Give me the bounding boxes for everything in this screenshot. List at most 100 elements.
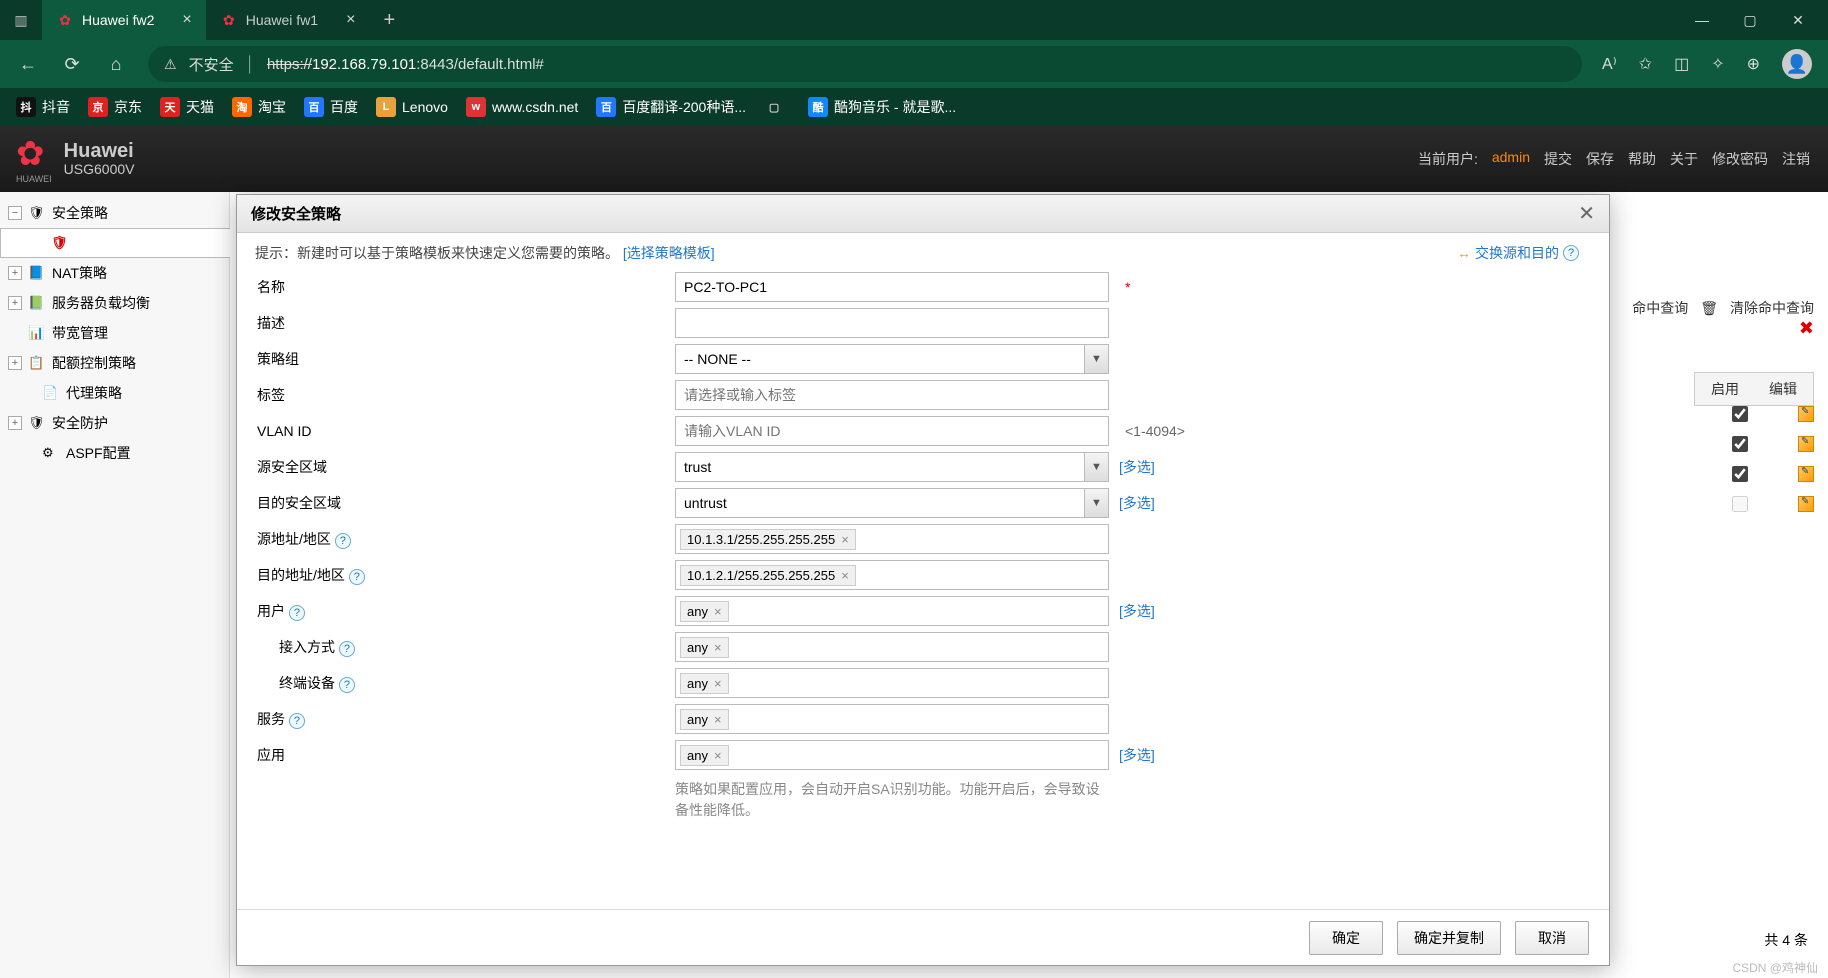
sidebar-item[interactable]: ⚙ASPF配置 xyxy=(0,438,229,468)
policy-group-select[interactable]: -- NONE --▼ xyxy=(675,344,1109,374)
link-about[interactable]: 关于 xyxy=(1670,149,1698,169)
edit-icon[interactable] xyxy=(1798,496,1814,512)
tree-toggle-icon[interactable]: + xyxy=(8,266,22,280)
bookmark-item[interactable]: ▢ xyxy=(764,97,790,117)
minimize-icon[interactable]: — xyxy=(1692,12,1712,29)
bookmark-item[interactable]: LLenovo xyxy=(376,97,448,117)
clear-query-label[interactable]: 清除命中查询 xyxy=(1730,298,1814,318)
maximize-icon[interactable]: ▢ xyxy=(1740,12,1760,29)
dst-addr-input[interactable]: 10.1.2.1/255.255.255.255× xyxy=(675,560,1109,590)
user-input[interactable]: any× xyxy=(675,596,1109,626)
edit-icon[interactable] xyxy=(1798,406,1814,422)
ok-copy-button[interactable]: 确定并复制 xyxy=(1397,921,1501,955)
enable-checkbox[interactable] xyxy=(1732,496,1748,512)
app-input[interactable]: any× xyxy=(675,740,1109,770)
sidebar-item[interactable]: 📄代理策略 xyxy=(0,378,229,408)
remove-chip-icon[interactable]: × xyxy=(714,712,722,727)
enable-checkbox[interactable] xyxy=(1732,466,1748,482)
remove-chip-icon[interactable]: × xyxy=(841,568,849,583)
bookmark-item[interactable]: 抖抖音 xyxy=(16,97,70,117)
current-user[interactable]: admin xyxy=(1492,149,1530,169)
multi-link[interactable]: [多选] xyxy=(1119,745,1155,765)
policy-desc-input[interactable] xyxy=(675,308,1109,338)
browser-tab-2[interactable]: ✿ Huawei fw1 × xyxy=(206,0,370,40)
remove-chip-icon[interactable]: × xyxy=(714,748,722,763)
sidebar-item[interactable]: +📗服务器负载均衡 xyxy=(0,288,229,318)
close-tab-icon[interactable]: × xyxy=(346,11,355,29)
edit-icon[interactable] xyxy=(1798,466,1814,482)
remove-chip-icon[interactable]: × xyxy=(714,604,722,619)
swap-src-dst-link[interactable]: ↔ 交换源和目的 ? xyxy=(1457,243,1579,263)
split-icon[interactable]: ◫ xyxy=(1674,54,1689,74)
multi-link[interactable]: [多选] xyxy=(1119,601,1155,621)
bookmark-item[interactable]: 天天猫 xyxy=(160,97,214,117)
tree-toggle-icon[interactable]: + xyxy=(8,296,22,310)
help-icon[interactable]: ? xyxy=(349,569,365,585)
sidebar-item[interactable]: +📋配额控制策略 xyxy=(0,348,229,378)
profile-avatar[interactable]: 👤 xyxy=(1782,49,1812,79)
multi-link[interactable]: [多选] xyxy=(1119,493,1155,513)
hit-query-label[interactable]: 命中查询 xyxy=(1632,298,1688,318)
favorite-icon[interactable]: ✩ xyxy=(1639,54,1652,74)
tree-toggle-icon[interactable]: − xyxy=(8,206,22,220)
access-input[interactable]: any× xyxy=(675,632,1109,662)
sidebar-item[interactable]: −🛡安全策略 xyxy=(0,198,229,228)
browser-tab-1[interactable]: ✿ Huawei fw2 × xyxy=(42,0,206,40)
back-icon[interactable]: ← xyxy=(16,54,40,75)
template-link[interactable]: [选择策略模板] xyxy=(623,245,715,261)
tabs-overview-icon[interactable]: ▥ xyxy=(0,12,42,29)
bookmark-item[interactable]: 酷酷狗音乐 - 就是歌... xyxy=(808,97,956,117)
address-input[interactable]: ⚠ 不安全 │ https://192.168.79.101:8443/defa… xyxy=(148,46,1582,82)
bookmark-item[interactable]: 淘淘宝 xyxy=(232,97,286,117)
tree-toggle-icon[interactable]: + xyxy=(8,416,22,430)
help-icon[interactable]: ? xyxy=(289,605,305,621)
chevron-down-icon[interactable]: ▼ xyxy=(1084,345,1108,373)
device-input[interactable]: any× xyxy=(675,668,1109,698)
help-icon[interactable]: ? xyxy=(289,713,305,729)
new-tab-button[interactable]: + xyxy=(369,9,409,32)
src-addr-input[interactable]: 10.1.3.1/255.255.255.255× xyxy=(675,524,1109,554)
read-aloud-icon[interactable]: A⁾ xyxy=(1602,54,1617,74)
chevron-down-icon[interactable]: ▼ xyxy=(1084,453,1108,481)
bookmark-item[interactable]: 百百度 xyxy=(304,97,358,117)
chevron-down-icon[interactable]: ▼ xyxy=(1084,489,1108,517)
edit-icon[interactable] xyxy=(1798,436,1814,452)
bookmark-item[interactable]: wwww.csdn.net xyxy=(466,97,578,117)
refresh-icon[interactable]: ⟳ xyxy=(60,54,84,75)
link-help[interactable]: 帮助 xyxy=(1628,149,1656,169)
bookmark-item[interactable]: 京京东 xyxy=(88,97,142,117)
sidebar-item[interactable]: +📘NAT策略 xyxy=(0,258,229,288)
multi-link[interactable]: [多选] xyxy=(1119,457,1155,477)
enable-checkbox[interactable] xyxy=(1732,436,1748,452)
bookmark-item[interactable]: 百百度翻译-200种语... xyxy=(596,97,746,117)
help-icon[interactable]: ? xyxy=(339,677,355,693)
close-window-icon[interactable]: ✕ xyxy=(1788,12,1808,29)
tree-toggle-icon[interactable]: + xyxy=(8,356,22,370)
dialog-close-icon[interactable]: ✕ xyxy=(1578,201,1595,226)
service-input[interactable]: any× xyxy=(675,704,1109,734)
link-submit[interactable]: 提交 xyxy=(1544,149,1572,169)
vlan-input[interactable] xyxy=(675,416,1109,446)
extensions-icon[interactable]: ⊕ xyxy=(1747,54,1760,74)
delete-icon[interactable]: ✖ xyxy=(1799,318,1814,339)
ok-button[interactable]: 确定 xyxy=(1309,921,1383,955)
policy-name-input[interactable] xyxy=(675,272,1109,302)
tag-input[interactable] xyxy=(675,380,1109,410)
home-icon[interactable]: ⌂ xyxy=(104,54,128,75)
dst-zone-select[interactable]: untrust▼ xyxy=(675,488,1109,518)
help-icon[interactable]: ? xyxy=(1563,245,1579,261)
link-save[interactable]: 保存 xyxy=(1586,149,1614,169)
help-icon[interactable]: ? xyxy=(339,641,355,657)
src-zone-select[interactable]: trust▼ xyxy=(675,452,1109,482)
sidebar-item[interactable]: 📊带宽管理 xyxy=(0,318,229,348)
remove-chip-icon[interactable]: × xyxy=(841,532,849,547)
help-icon[interactable]: ? xyxy=(335,533,351,549)
sidebar-item[interactable]: +🛡安全防护 xyxy=(0,408,229,438)
remove-chip-icon[interactable]: × xyxy=(714,640,722,655)
collections-icon[interactable]: ✧ xyxy=(1711,54,1724,74)
remove-chip-icon[interactable]: × xyxy=(714,676,722,691)
cancel-button[interactable]: 取消 xyxy=(1515,921,1589,955)
link-logout[interactable]: 注销 xyxy=(1782,149,1810,169)
enable-checkbox[interactable] xyxy=(1732,406,1748,422)
close-tab-icon[interactable]: × xyxy=(182,11,191,29)
